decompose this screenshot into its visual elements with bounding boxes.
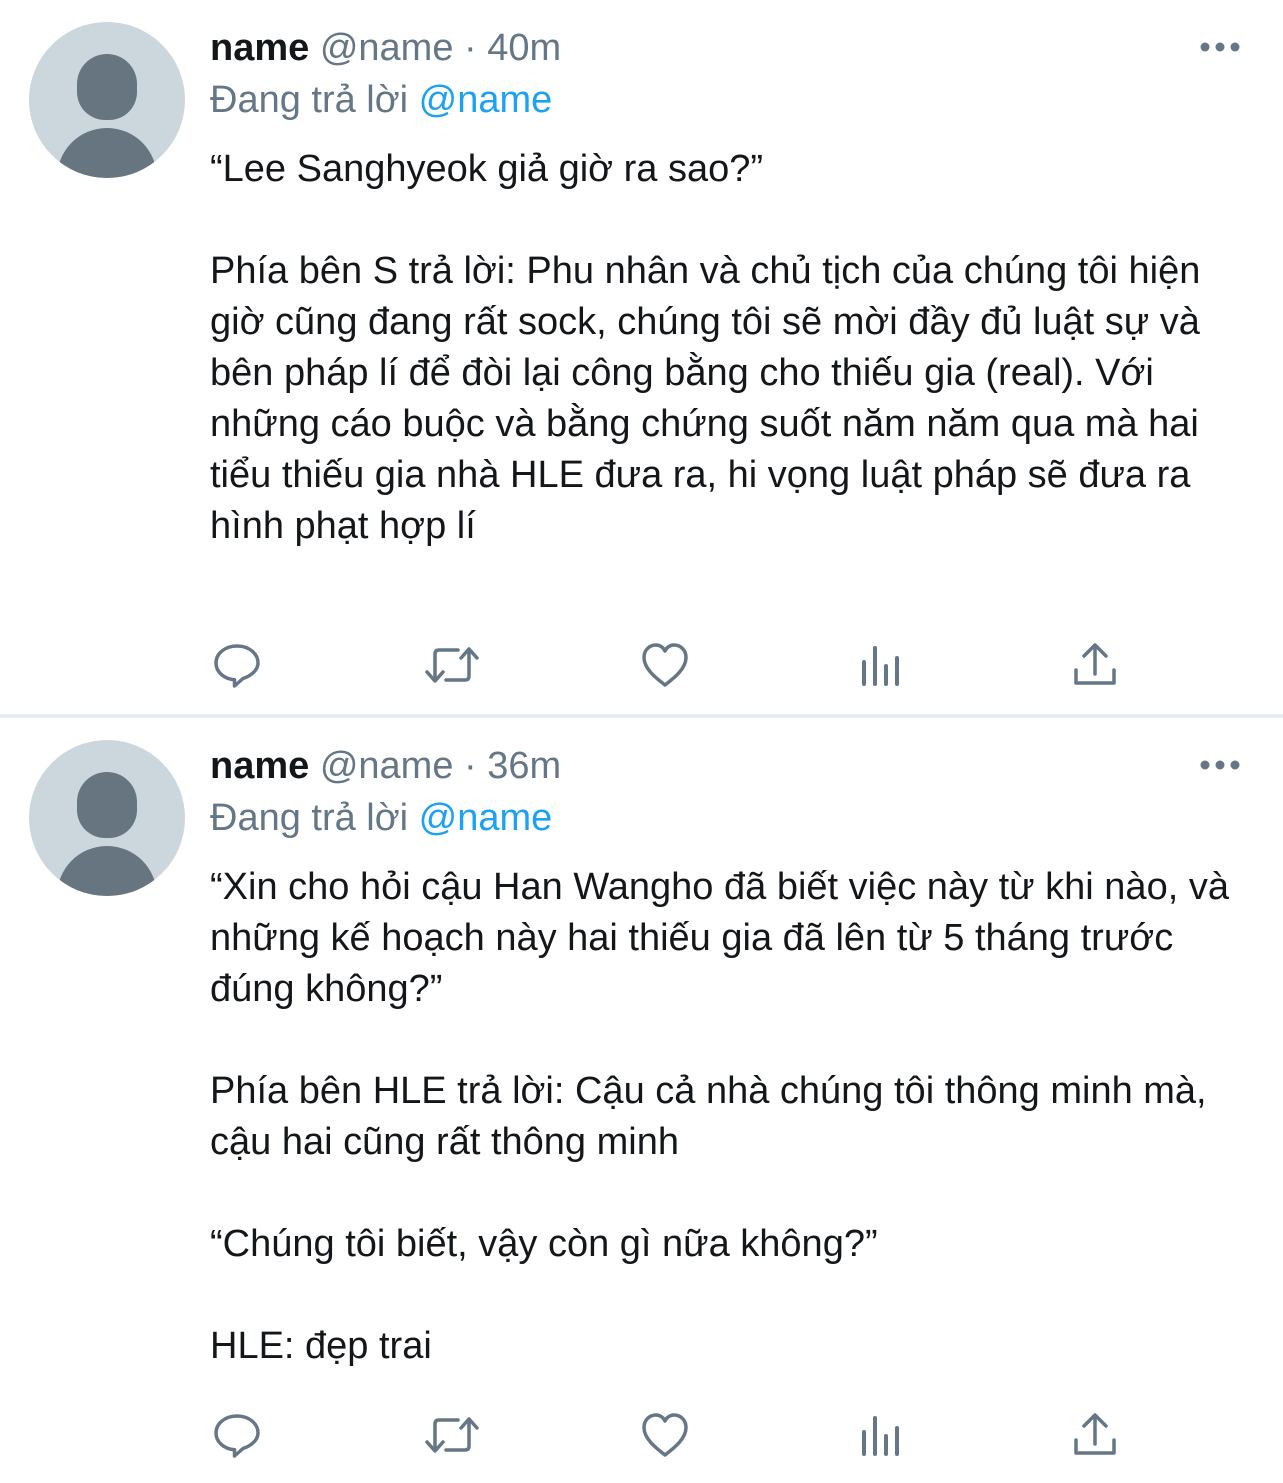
retweet-icon [424,640,479,690]
replying-to: Đang trả lời @name [210,794,552,842]
reply-mention-link[interactable]: @name [419,79,553,121]
tweet-text: “Xin cho hỏi cậu Han Wangho đã biết việc… [210,866,1229,1367]
separator-dot: · [464,27,477,69]
analytics-icon [856,1410,906,1460]
retweet-button[interactable] [424,640,479,690]
reply-icon [212,1410,262,1460]
analytics-icon [856,640,906,690]
replying-prefix: Đang trả lời [210,79,409,121]
timestamp[interactable]: 40m [487,27,561,69]
share-button[interactable] [1070,1410,1120,1460]
share-button[interactable] [1070,640,1120,690]
more-options-icon[interactable] [1198,40,1242,54]
tweet-header: name @name · 36m [210,742,561,790]
avatar[interactable] [29,22,185,178]
separator-dot: · [464,745,477,787]
tweet-actions [0,1410,1283,1460]
tweet[interactable]: name @name · 40m Đang trả lời @name “Lee… [0,0,1283,715]
reply-button[interactable] [212,1410,262,1460]
tweet-text: “Lee Sanghyeok giả giờ ra sao?” Phía bên… [210,148,1201,547]
tweet[interactable]: name @name · 36m Đang trả lời @name “Xin… [0,718,1283,1483]
display-name[interactable]: name [210,745,309,787]
replying-prefix: Đang trả lời [210,797,409,839]
like-button[interactable] [640,640,690,690]
replying-to: Đang trả lời @name [210,76,552,124]
avatar-shoulders-shape [57,128,157,178]
display-name[interactable]: name [210,27,309,69]
reply-icon [212,640,262,690]
avatar-head-shape [77,54,137,120]
like-button[interactable] [640,1410,690,1460]
avatar-shoulders-shape [57,846,157,896]
avatar-head-shape [77,772,137,838]
more-options-icon[interactable] [1198,758,1242,772]
tweet-header: name @name · 40m [210,24,561,72]
reply-mention-link[interactable]: @name [419,797,553,839]
analytics-button[interactable] [856,640,906,690]
tweet-actions [0,640,1283,690]
timestamp[interactable]: 36m [487,745,561,787]
handle[interactable]: @name [320,745,454,787]
analytics-button[interactable] [856,1410,906,1460]
like-icon [640,1410,690,1460]
retweet-icon [424,1410,479,1460]
share-icon [1070,640,1120,690]
reply-button[interactable] [212,640,262,690]
handle[interactable]: @name [320,27,454,69]
avatar[interactable] [29,740,185,896]
share-icon [1070,1410,1120,1460]
retweet-button[interactable] [424,1410,479,1460]
like-icon [640,640,690,690]
